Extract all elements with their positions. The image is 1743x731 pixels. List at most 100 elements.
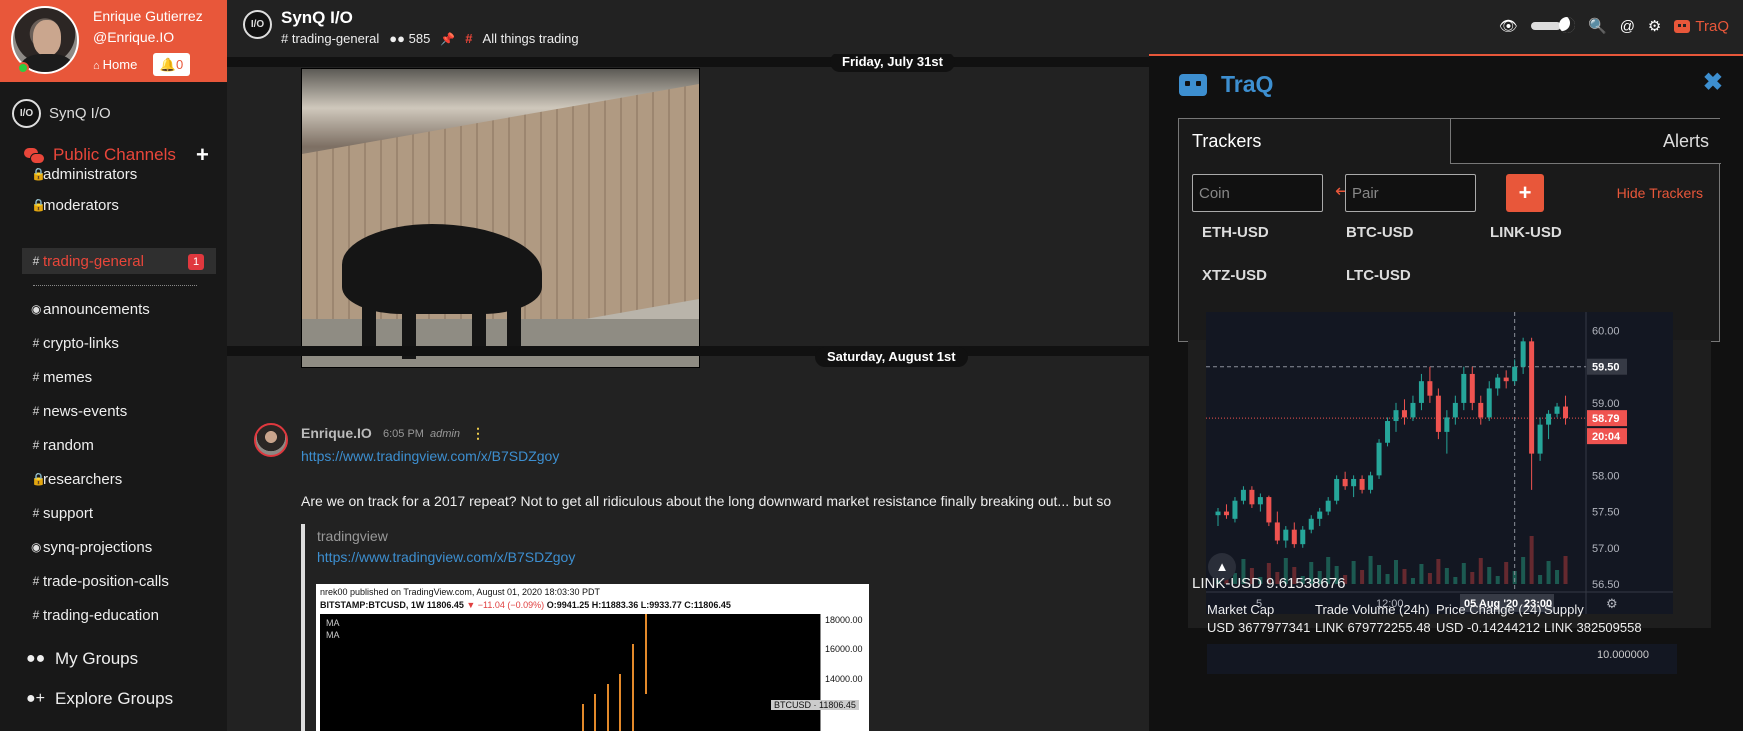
server-item[interactable]: I/O SynQ I/O [12, 98, 111, 128]
message-avatar[interactable] [254, 423, 288, 457]
channel-label: crypto-links [43, 334, 119, 352]
stat-value: LINK 679772255.48 [1315, 620, 1431, 635]
sidebar-channel-announcements[interactable]: ◉ announcements [31, 296, 150, 322]
sidebar-channel-moderators[interactable]: 🔒 moderators [31, 192, 119, 218]
notifications-button[interactable]: 🔔0 [153, 53, 190, 76]
user-card: Enrique Gutierrez @Enrique.IO ⌂ Home 🔔0 [0, 0, 227, 82]
explore-groups-link[interactable]: ●+ Explore Groups [26, 689, 173, 709]
sidebar-channel-researchers[interactable]: 🔒 researchers [31, 466, 122, 492]
embed-link[interactable]: https://www.tradingview.com/x/B7SDZgoy [317, 549, 575, 565]
candle-body [1334, 478, 1340, 501]
embed-image[interactable]: nrek00 published on TradingView.com, Aug… [316, 584, 869, 731]
y-tick-label: 56.50 [1592, 579, 1620, 591]
date-label: Friday, July 31st [830, 54, 955, 72]
candle-body [1283, 529, 1289, 541]
message-role: admin [430, 428, 460, 440]
member-count[interactable]: ●● 585 [389, 31, 430, 46]
tracker-pair[interactable]: LTC-USD [1346, 267, 1411, 284]
volume-bar [1351, 561, 1356, 584]
volume-bar [1368, 556, 1373, 584]
sidebar-channel-trade-position-calls[interactable]: # trade-position-calls [31, 568, 169, 594]
my-groups-link[interactable]: ●● My Groups [26, 649, 138, 669]
sidebar-channel-administrators[interactable]: 🔒 administrators [31, 161, 137, 187]
hashtag-icon[interactable]: # [465, 31, 472, 46]
candle-body [1308, 518, 1314, 530]
sidebar-channel-synq-projections[interactable]: ◉ synq-projections [31, 534, 152, 560]
tracker-pair[interactable]: BTC-USD [1346, 224, 1414, 241]
candle-body [1249, 489, 1255, 505]
embed-site: tradingview [317, 528, 388, 544]
embed-price-tag: BTCUSD · 11806.45 [771, 700, 859, 710]
message-link[interactable]: https://www.tradingview.com/x/B7SDZgoy [301, 448, 559, 464]
volume-bar [1461, 563, 1466, 584]
message-text: Are we on track for a 2017 repeat? Not t… [301, 493, 1112, 509]
add-channel-button[interactable]: + [196, 144, 209, 166]
channel-label: administrators [43, 165, 138, 183]
message-image[interactable] [301, 68, 700, 368]
add-tracker-button[interactable]: + [1506, 174, 1544, 212]
candle-body [1427, 381, 1433, 396]
candle-body [1266, 497, 1272, 523]
price-chart[interactable]: 60.00 59.00 58.00 57.50 57.00 56.50 59.50 58.79… [1206, 312, 1673, 614]
traq-toggle-button[interactable]: TraQ [1674, 18, 1729, 35]
candle-body [1232, 500, 1238, 519]
tracker-pair[interactable]: XTZ-USD [1202, 267, 1267, 284]
coin-summary: LINK-USD 9.61538676 [1192, 575, 1346, 592]
sidebar-channel-crypto-links[interactable]: # crypto-links [31, 330, 119, 356]
volume-bar [1487, 567, 1492, 584]
lock-icon: 🔒 [31, 167, 46, 181]
divider [33, 285, 197, 286]
unread-badge: 1 [188, 254, 204, 270]
search-icon[interactable]: 🔍 [1588, 17, 1607, 35]
eye-icon[interactable]: 👁 [1499, 17, 1518, 35]
hide-trackers-link[interactable]: Hide Trackers [1617, 185, 1703, 201]
mention-icon[interactable]: @ [1620, 18, 1635, 35]
gear-icon[interactable]: ⚙ [1648, 17, 1661, 35]
sidebar-channel-news-events[interactable]: # news-events [31, 398, 128, 424]
tab-alerts[interactable]: Alerts [1451, 119, 1721, 164]
close-icon[interactable]: ✖ [1703, 68, 1723, 97]
tab-trackers[interactable]: Trackers [1179, 119, 1451, 164]
sidebar-channel-trading-education[interactable]: # trading-education [31, 602, 159, 628]
channel-label: trade-position-calls [43, 572, 169, 590]
coin-input[interactable] [1192, 174, 1323, 212]
hash-icon: # [32, 404, 40, 418]
tracker-pair[interactable]: ETH-USD [1202, 224, 1269, 241]
embed-ticker: BITSTAMP:BTCUSD, 1W 11806.45 ▼ −11.04 (−… [320, 600, 731, 610]
pair-input[interactable] [1345, 174, 1476, 212]
stat-label: Market Cap [1207, 602, 1275, 617]
volume-bar [1563, 556, 1568, 584]
volume-bar [1495, 576, 1500, 584]
candle-body [1520, 341, 1526, 367]
sidebar-channel-random[interactable]: # random [31, 432, 94, 458]
traq-label: TraQ [1695, 17, 1729, 35]
moon-icon [1559, 17, 1575, 33]
pin-icon[interactable]: 📌 [440, 32, 455, 46]
volume-bar [1453, 577, 1458, 584]
stat-label: Trade Volume (24h) [1315, 602, 1430, 617]
message-author[interactable]: Enrique.IO [301, 425, 372, 441]
tracker-pair[interactable]: LINK-USD [1490, 224, 1562, 241]
volume-bar [1555, 570, 1560, 584]
message-menu-icon[interactable]: ⋮ [471, 425, 485, 442]
robot-icon [1674, 19, 1691, 33]
stat-label: Supply [1544, 602, 1584, 617]
candle-body [1223, 511, 1229, 516]
hash-icon: # [32, 370, 40, 384]
message-time: 6:05 PM [383, 428, 424, 440]
embed-header: nrek00 published on TradingView.com, Aug… [320, 587, 601, 597]
app-root: Enrique Gutierrez @Enrique.IO ⌂ Home 🔔0 I… [0, 0, 1743, 731]
sidebar-channel-memes[interactable]: # memes [31, 364, 93, 390]
sidebar-channel-support[interactable]: # support [31, 500, 93, 526]
volume-bar [1419, 564, 1424, 584]
channel-topic: All things trading [482, 31, 579, 46]
theme-toggle[interactable] [1531, 17, 1575, 33]
candle-body [1368, 475, 1374, 490]
home-link[interactable]: ⌂ Home [93, 57, 137, 72]
traq-title: TraQ [1221, 71, 1274, 97]
candle-body [1325, 500, 1331, 512]
home-icon: ⌂ [93, 60, 100, 72]
sidebar-channel-trading-general[interactable]: # trading-general 1 [22, 248, 216, 274]
crosshair-price-label: 59.50 [1592, 362, 1620, 374]
channel-name-tag[interactable]: # trading-general [281, 31, 379, 46]
